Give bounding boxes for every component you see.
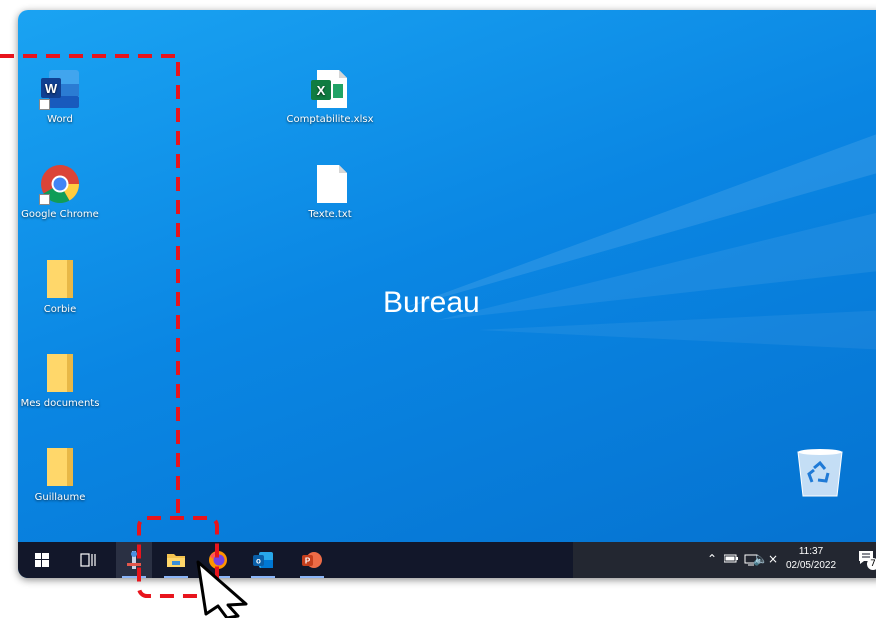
svg-text:P: P [305, 557, 311, 566]
firefox-icon [209, 551, 227, 569]
icon-label: Word [47, 114, 73, 125]
desktop-screen: W Word Google Chrome Corbie Mes document… [18, 10, 876, 578]
chrome-icon [39, 163, 81, 205]
shortcut-arrow-icon [39, 99, 50, 110]
icon-label: Corbie [43, 304, 77, 315]
desktop-icon-word[interactable]: W Word [18, 68, 108, 126]
svg-text:o: o [256, 557, 261, 566]
icon-label: Google Chrome [21, 209, 99, 220]
start-button[interactable] [24, 542, 60, 578]
start-icon [35, 553, 49, 567]
outlook-icon: o [253, 552, 273, 568]
text-file-icon [309, 163, 351, 205]
clock-time: 11:37 [798, 546, 824, 557]
folder-icon [45, 258, 75, 300]
icon-label: Comptabilite.xlsx [286, 114, 374, 125]
file-explorer-icon [167, 554, 185, 567]
svg-text:X: X [317, 83, 326, 98]
folder-icon [45, 352, 75, 394]
icon-label: Guillaume [34, 492, 86, 503]
show-hidden-icons-chevron-icon[interactable]: ⌃ [707, 552, 717, 566]
shortcut-arrow-icon [39, 194, 50, 205]
folder-icon [45, 446, 75, 488]
taskbar-pinned-app[interactable] [116, 542, 152, 578]
pinned-app-icon [127, 551, 141, 569]
icon-label: Mes documents [20, 398, 100, 409]
desktop-icon-corbie[interactable]: Corbie [18, 258, 108, 316]
battery-icon[interactable] [724, 554, 738, 564]
notification-badge: 7 [867, 558, 876, 570]
outlook-button[interactable]: o [245, 542, 281, 578]
recycle-bin-icon[interactable] [792, 444, 848, 500]
task-view-button[interactable] [70, 542, 106, 578]
desktop-caption: Bureau [383, 286, 480, 319]
desktop-icon-texte[interactable]: Texte.txt [282, 163, 378, 221]
task-view-icon [80, 553, 96, 567]
volume-muted-icon[interactable]: 🔈× [753, 552, 778, 566]
word-icon: W [39, 68, 81, 110]
powerpoint-icon: P [302, 552, 322, 568]
desktop-icon-chrome[interactable]: Google Chrome [18, 163, 108, 221]
action-center-button[interactable]: 7 [858, 550, 876, 572]
file-explorer-button[interactable] [158, 542, 194, 578]
firefox-button[interactable] [200, 542, 236, 578]
powerpoint-button[interactable]: P [294, 542, 330, 578]
taskbar-clock[interactable]: 11:37 02/05/2022 [778, 545, 844, 573]
excel-icon: X [309, 68, 351, 110]
desktop-icon-comptabilite[interactable]: X Comptabilite.xlsx [282, 68, 378, 126]
desktop-icon-mes-documents[interactable]: Mes documents [18, 352, 108, 410]
clock-date: 02/05/2022 [785, 560, 837, 571]
icon-label: Texte.txt [308, 209, 352, 220]
taskbar: o P ⌃ 🔈× 11:37 02/05/2022 7 [18, 542, 876, 578]
desktop-icon-guillaume[interactable]: Guillaume [18, 446, 108, 504]
svg-text:W: W [45, 81, 58, 96]
